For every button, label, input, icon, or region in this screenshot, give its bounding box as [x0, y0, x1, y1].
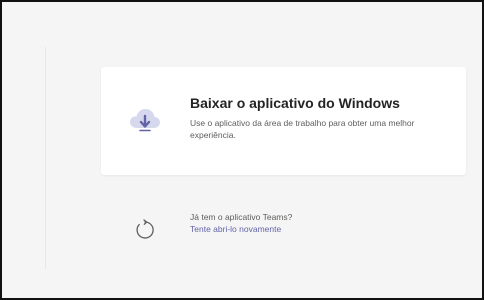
existing-app-text: Já tem o aplicativo Teams? Tente abri-lo…	[190, 211, 292, 235]
divider	[45, 47, 46, 269]
download-card-title: Baixar o aplicativo do Windows	[190, 95, 400, 111]
download-windows-app-card[interactable]: Baixar o aplicativo do Windows Use o apl…	[101, 67, 466, 175]
existing-app-section: Já tem o aplicativo Teams? Tente abri-lo…	[134, 207, 434, 247]
download-card-text: Baixar o aplicativo do Windows Use o apl…	[190, 95, 450, 141]
download-card-description: Use o aplicativo da área de trabalho par…	[190, 118, 415, 140]
app-window: Baixar o aplicativo do Windows Use o apl…	[0, 0, 484, 300]
existing-app-question: Já tem o aplicativo Teams?	[190, 212, 293, 222]
refresh-icon	[136, 219, 154, 239]
cloud-download-icon	[130, 109, 160, 132]
retry-open-link[interactable]: Tente abri-lo novamente	[190, 223, 281, 235]
